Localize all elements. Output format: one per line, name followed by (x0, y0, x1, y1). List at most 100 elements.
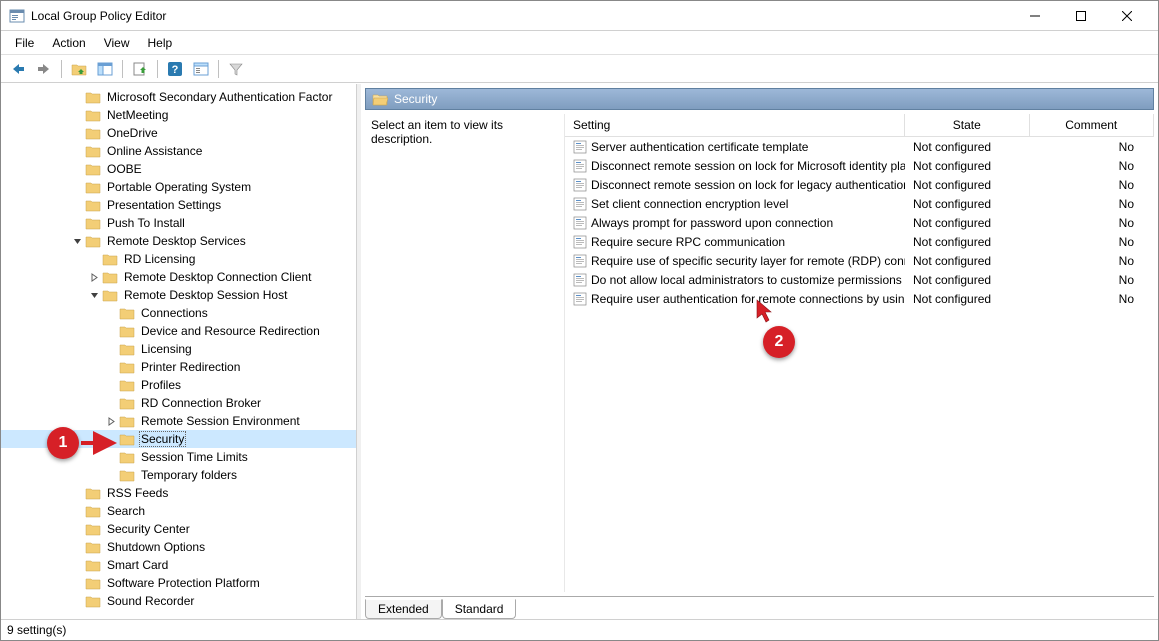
folder-icon (85, 558, 101, 572)
export-list-button[interactable] (129, 58, 151, 80)
app-icon (9, 8, 25, 24)
menu-action[interactable]: Action (44, 32, 93, 54)
tab-extended[interactable]: Extended (365, 599, 442, 619)
minimize-button[interactable] (1012, 1, 1058, 30)
folder-icon (119, 360, 135, 374)
menu-help[interactable]: Help (140, 32, 181, 54)
settings-list[interactable]: Setting State Comment Server authenticat… (565, 114, 1154, 592)
column-header-comment[interactable]: Comment (1030, 114, 1155, 136)
setting-row[interactable]: Do not allow local administrators to cus… (565, 270, 1154, 289)
setting-row[interactable]: Require user authentication for remote c… (565, 289, 1154, 308)
toolbar: ? (1, 55, 1158, 83)
tree-panel[interactable]: Microsoft Secondary Authentication Facto… (1, 84, 357, 619)
tree-item[interactable]: RSS Feeds (1, 484, 356, 502)
setting-row[interactable]: Require secure RPC communicationNot conf… (565, 232, 1154, 251)
tree-item[interactable]: Device and Resource Redirection (1, 322, 356, 340)
close-button[interactable] (1104, 1, 1150, 30)
column-header-state[interactable]: State (905, 114, 1030, 136)
tree-item[interactable]: Microsoft Secondary Authentication Facto… (1, 88, 356, 106)
setting-state: Not configured (905, 290, 1029, 308)
folder-icon (85, 126, 101, 140)
tree-item[interactable]: Online Assistance (1, 142, 356, 160)
folder-icon (102, 288, 118, 302)
setting-comment: No (1029, 176, 1154, 194)
setting-row[interactable]: Disconnect remote session on lock for le… (565, 175, 1154, 194)
setting-row[interactable]: Always prompt for password upon connecti… (565, 213, 1154, 232)
tree-item[interactable]: NetMeeting (1, 106, 356, 124)
folder-icon (85, 504, 101, 518)
tree-item-label: Presentation Settings (105, 198, 223, 212)
policy-setting-icon (573, 178, 587, 192)
chevron-right-icon[interactable] (103, 413, 119, 429)
tree-item[interactable]: Presentation Settings (1, 196, 356, 214)
statusbar: 9 setting(s) (1, 619, 1158, 640)
setting-name: Always prompt for password upon connecti… (591, 216, 833, 230)
tree-item[interactable]: Security Center (1, 520, 356, 538)
setting-name: Disconnect remote session on lock for le… (591, 178, 905, 192)
chevron-down-icon[interactable] (86, 287, 102, 303)
folder-icon (85, 90, 101, 104)
tree-item[interactable]: Sound Recorder (1, 592, 356, 610)
tree-item[interactable]: Profiles (1, 376, 356, 394)
tree-item[interactable]: Shutdown Options (1, 538, 356, 556)
help-button[interactable]: ? (164, 58, 186, 80)
setting-row[interactable]: Server authentication certificate templa… (565, 137, 1154, 156)
folder-icon (85, 234, 101, 248)
maximize-button[interactable] (1058, 1, 1104, 30)
folder-icon (85, 144, 101, 158)
tab-standard[interactable]: Standard (442, 599, 517, 619)
menu-view[interactable]: View (96, 32, 138, 54)
tree-item[interactable]: Remote Session Environment (1, 412, 356, 430)
tree-item[interactable]: Temporary folders (1, 466, 356, 484)
tree-item[interactable]: Printer Redirection (1, 358, 356, 376)
tree-item[interactable]: Connections (1, 304, 356, 322)
menu-file[interactable]: File (7, 32, 42, 54)
setting-row[interactable]: Disconnect remote session on lock for Mi… (565, 156, 1154, 175)
tree-item[interactable]: Software Protection Platform (1, 574, 356, 592)
tree-item[interactable]: Remote Desktop Connection Client (1, 268, 356, 286)
tree-item-label: RD Licensing (122, 252, 197, 266)
chevron-down-icon[interactable] (69, 233, 85, 249)
setting-row[interactable]: Require use of specific security layer f… (565, 251, 1154, 270)
tree-item[interactable]: Portable Operating System (1, 178, 356, 196)
tree-item-label: Printer Redirection (139, 360, 242, 374)
tree-item[interactable]: RD Connection Broker (1, 394, 356, 412)
policy-setting-icon (573, 254, 587, 268)
properties-button[interactable] (190, 58, 212, 80)
filter-button[interactable] (225, 58, 247, 80)
policy-setting-icon (573, 235, 587, 249)
folder-icon (372, 92, 388, 106)
folder-icon (85, 486, 101, 500)
tree-item-label: Portable Operating System (105, 180, 253, 194)
tree-item[interactable]: Search (1, 502, 356, 520)
tree-item[interactable]: Session Time Limits (1, 448, 356, 466)
tree-item[interactable]: Push To Install (1, 214, 356, 232)
tree-item[interactable]: Remote Desktop Session Host (1, 286, 356, 304)
tree-item[interactable]: OOBE (1, 160, 356, 178)
folder-icon (85, 540, 101, 554)
up-button[interactable] (68, 58, 90, 80)
tree-item[interactable]: Remote Desktop Services (1, 232, 356, 250)
folder-icon (119, 432, 135, 446)
main-area: Microsoft Secondary Authentication Facto… (1, 83, 1158, 619)
tree-item[interactable]: OneDrive (1, 124, 356, 142)
folder-icon (85, 522, 101, 536)
forward-button[interactable] (33, 58, 55, 80)
tree-item-label: Online Assistance (105, 144, 204, 158)
setting-comment: No (1029, 214, 1154, 232)
tree-item-label: Remote Desktop Services (105, 234, 248, 248)
column-header-setting[interactable]: Setting (565, 114, 905, 136)
tree-item[interactable]: Smart Card (1, 556, 356, 574)
tree-item[interactable]: Licensing (1, 340, 356, 358)
chevron-right-icon[interactable] (86, 269, 102, 285)
back-button[interactable] (7, 58, 29, 80)
tree-item-label: Licensing (139, 342, 194, 356)
folder-icon (119, 468, 135, 482)
setting-row[interactable]: Set client connection encryption levelNo… (565, 194, 1154, 213)
tree-item[interactable]: Security (1, 430, 356, 448)
policy-setting-icon (573, 140, 587, 154)
tree-item-label: RSS Feeds (105, 486, 170, 500)
show-hide-tree-button[interactable] (94, 58, 116, 80)
tree-item-label: Remote Session Environment (139, 414, 302, 428)
tree-item[interactable]: RD Licensing (1, 250, 356, 268)
